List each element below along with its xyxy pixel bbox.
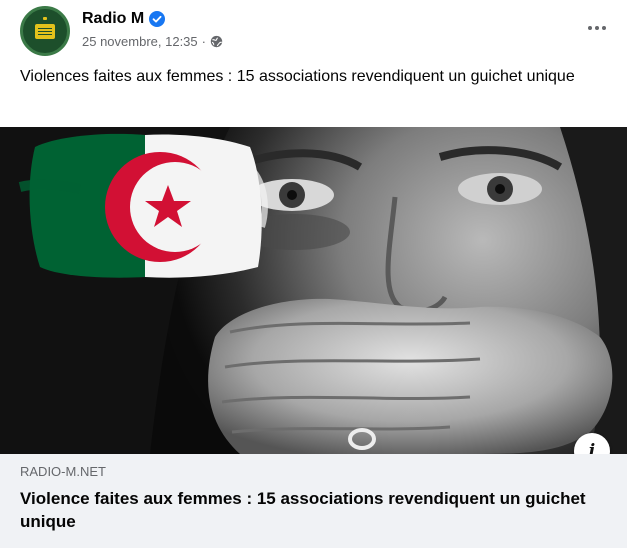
facebook-post: Radio M 25 novembre, 12:35 · Violences f… <box>0 0 627 548</box>
post-timestamp[interactable]: 25 novembre, 12:35 <box>82 34 198 49</box>
post-header: Radio M 25 novembre, 12:35 · <box>20 6 620 56</box>
more-dot <box>588 26 592 30</box>
more-options-icon[interactable] <box>582 16 612 40</box>
avatar-logo-mark <box>43 17 47 20</box>
link-title[interactable]: Violence faites aux femmes : 15 associat… <box>20 487 610 533</box>
radio-m-logo <box>35 24 55 39</box>
page-name-row: Radio M <box>82 10 166 28</box>
meta-separator: · <box>201 34 206 49</box>
link-domain: RADIO-M.NET <box>20 464 106 479</box>
page-avatar[interactable] <box>20 6 70 56</box>
post-meta: 25 novembre, 12:35 · <box>82 34 223 49</box>
link-preview-box[interactable]: RADIO-M.NET Violence faites aux femmes :… <box>0 454 627 548</box>
globe-icon[interactable] <box>210 35 223 48</box>
post-message: Violences faites aux femmes : 15 associa… <box>20 68 575 85</box>
algerian-flag <box>18 133 268 278</box>
woman-flag-photo <box>0 127 627 454</box>
more-dot <box>595 26 599 30</box>
more-dot <box>602 26 606 30</box>
link-preview-image[interactable]: i <box>0 127 627 454</box>
page-name[interactable]: Radio M <box>82 10 144 28</box>
verified-badge-icon <box>149 11 166 27</box>
